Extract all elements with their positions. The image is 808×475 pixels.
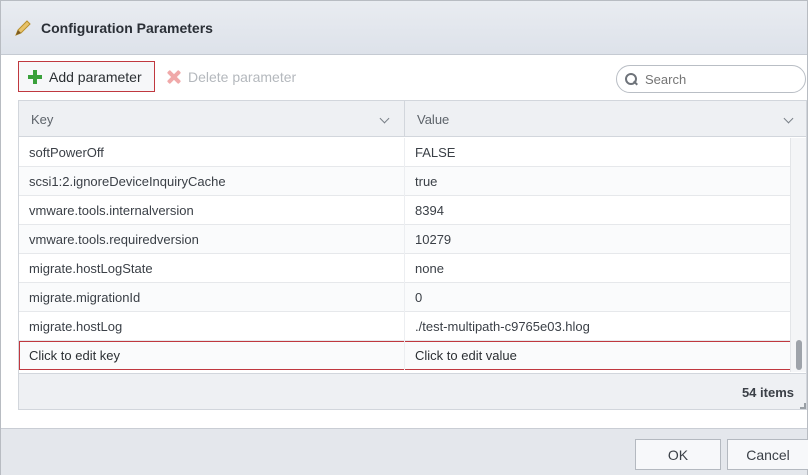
table-row[interactable]: migrate.hostLog ./test-multipath-c9765e0…	[19, 312, 791, 341]
resize-grip-icon[interactable]	[800, 403, 806, 409]
value-cell[interactable]: 8394	[405, 196, 791, 225]
delete-icon	[166, 69, 182, 85]
dialog-footer: OK Cancel	[1, 428, 808, 475]
edit-value-field[interactable]: Click to edit value	[405, 341, 791, 370]
items-count: 54 items	[741, 385, 794, 400]
dialog-title: Configuration Parameters	[41, 20, 213, 36]
table-row[interactable]: scsi1:2.ignoreDeviceInquiryCache true	[19, 167, 791, 196]
table-row[interactable]: vmware.tools.requiredversion 10279	[19, 225, 791, 254]
key-cell[interactable]: migrate.hostLog	[19, 312, 405, 341]
grid-header: Key Value	[19, 101, 806, 137]
dialog-titlebar: Configuration Parameters	[1, 1, 807, 55]
chevron-down-icon[interactable]	[379, 113, 390, 124]
delete-parameter-label: Delete parameter	[188, 68, 297, 85]
toolbar: Add parameter Delete parameter	[1, 55, 807, 99]
parameters-grid: Key Value softPowerOff FALSE scsi1:2.ign…	[18, 100, 807, 410]
plus-icon	[27, 69, 43, 85]
key-cell[interactable]: softPowerOff	[19, 138, 405, 167]
column-header-value-label: Value	[417, 111, 450, 127]
column-header-key-label: Key	[31, 111, 54, 127]
value-cell[interactable]: 10279	[405, 225, 791, 254]
key-cell[interactable]: vmware.tools.requiredversion	[19, 225, 405, 254]
table-row[interactable]: softPowerOff FALSE	[19, 138, 791, 167]
search-input[interactable]	[643, 70, 793, 88]
key-cell[interactable]: vmware.tools.internalversion	[19, 196, 405, 225]
new-parameter-row[interactable]: Click to edit key Click to edit value	[19, 341, 791, 370]
add-parameter-button[interactable]: Add parameter	[18, 61, 155, 92]
grid-footer: 54 items	[19, 373, 806, 409]
pencil-icon	[15, 20, 31, 36]
grid-rows: softPowerOff FALSE scsi1:2.ignoreDeviceI…	[19, 138, 791, 370]
scrollbar-thumb[interactable]	[796, 340, 802, 370]
value-cell[interactable]: ./test-multipath-c9765e03.hlog	[405, 312, 791, 341]
search-box[interactable]	[616, 65, 806, 93]
table-row[interactable]: migrate.migrationId 0	[19, 283, 791, 312]
value-cell[interactable]: FALSE	[405, 138, 791, 167]
key-cell[interactable]: migrate.migrationId	[19, 283, 405, 312]
value-cell[interactable]: 0	[405, 283, 791, 312]
cancel-button[interactable]: Cancel	[727, 439, 808, 470]
column-header-value[interactable]: Value	[405, 101, 806, 137]
delete-parameter-button[interactable]: Delete parameter	[166, 61, 296, 92]
edit-key-field[interactable]: Click to edit key	[19, 341, 405, 370]
key-cell[interactable]: scsi1:2.ignoreDeviceInquiryCache	[19, 167, 405, 196]
column-header-key[interactable]: Key	[19, 101, 405, 137]
search-icon	[625, 73, 637, 85]
add-parameter-label: Add parameter	[49, 68, 142, 85]
table-row[interactable]: vmware.tools.internalversion 8394	[19, 196, 791, 225]
vertical-scrollbar[interactable]	[790, 138, 806, 372]
table-row[interactable]: migrate.hostLogState none	[19, 254, 791, 283]
configuration-parameters-dialog: Configuration Parameters Add parameter D…	[0, 0, 808, 475]
value-cell[interactable]: none	[405, 254, 791, 283]
value-cell[interactable]: true	[405, 167, 791, 196]
ok-button[interactable]: OK	[635, 439, 721, 470]
chevron-down-icon[interactable]	[783, 113, 794, 124]
key-cell[interactable]: migrate.hostLogState	[19, 254, 405, 283]
